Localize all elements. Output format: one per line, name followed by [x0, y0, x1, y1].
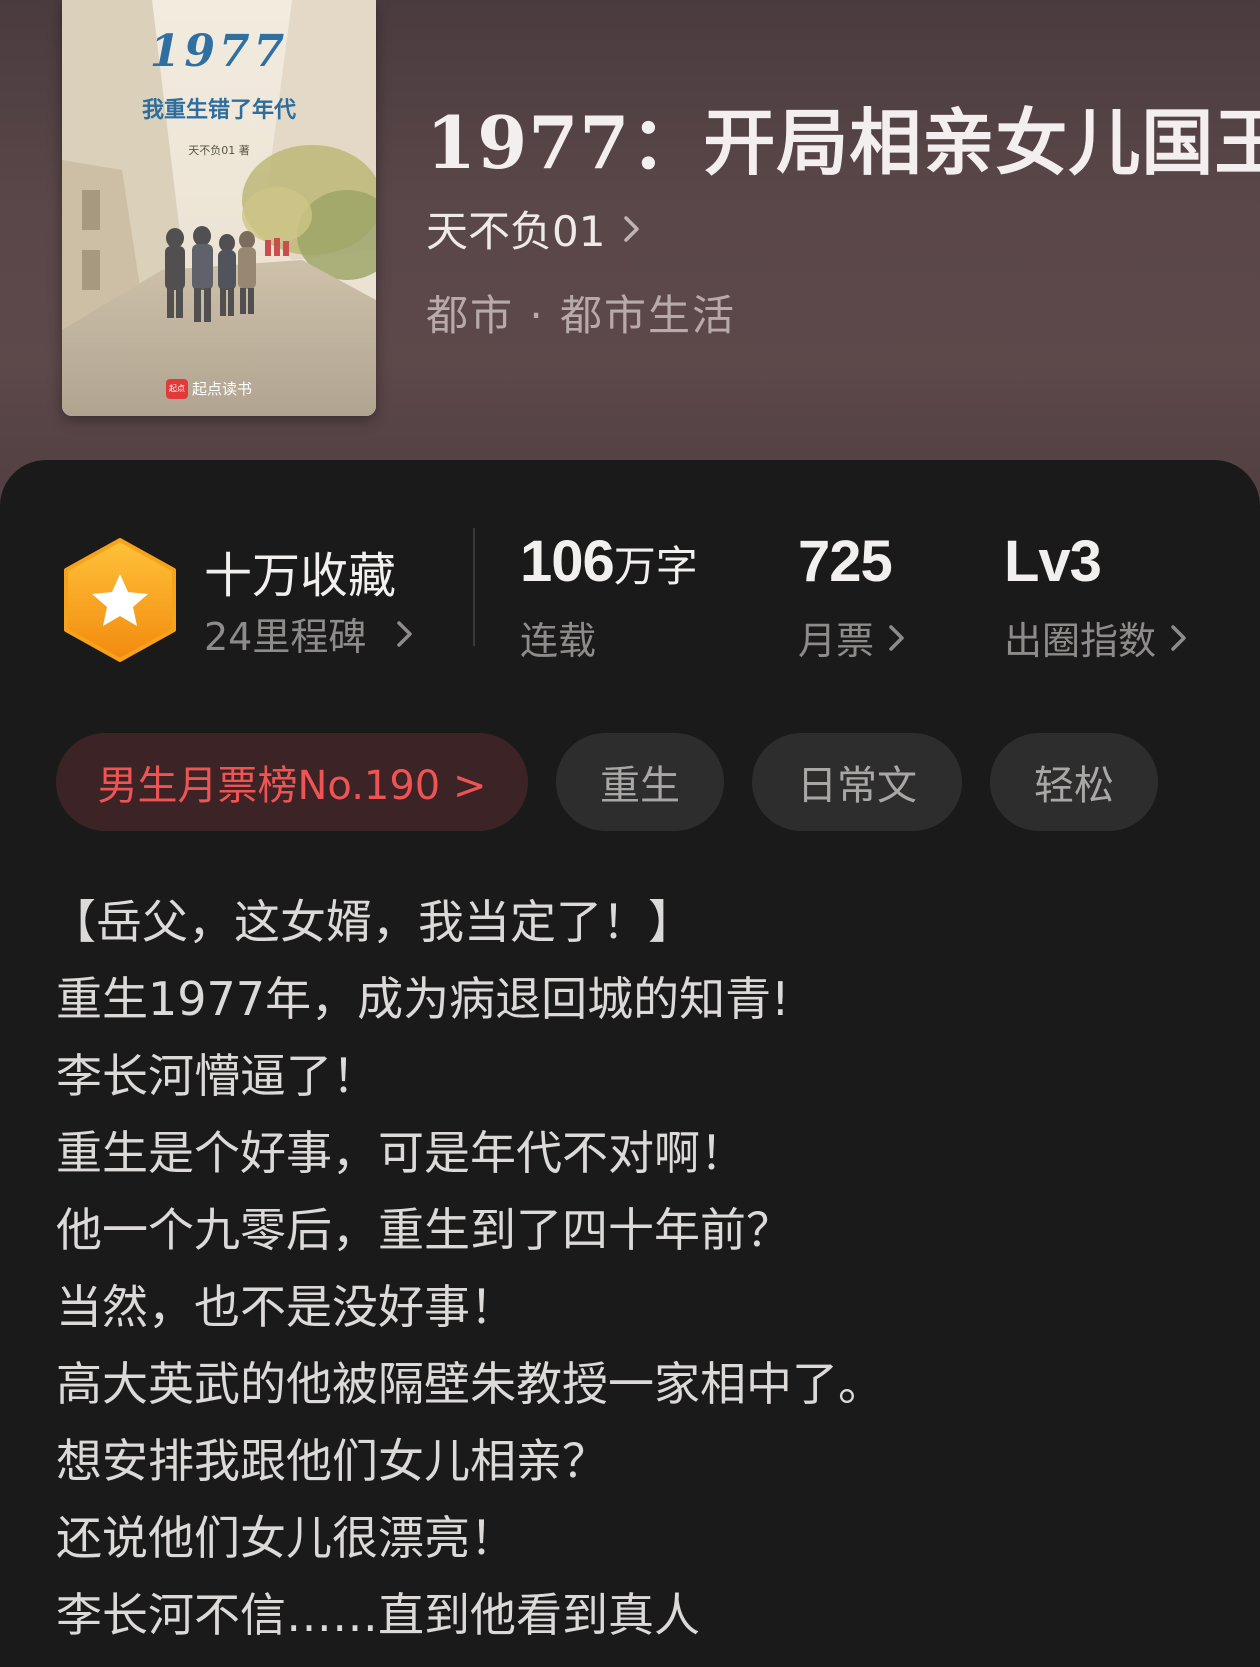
publisher-logo: 起点 [166, 378, 188, 399]
popularity-link[interactable]: 出圈指数 [1004, 610, 1188, 665]
synopsis-line: 李长河不信……直到他看到真人 [56, 1588, 700, 1642]
cover-author: 天不负01 著 [188, 144, 250, 157]
popularity-value: Lv3 [1004, 529, 1102, 594]
chevron-right-icon [1171, 624, 1186, 651]
star-badge-icon [64, 538, 176, 662]
chevron-right-icon [397, 620, 413, 647]
cover-publisher: 起点 起点读书 [166, 378, 252, 399]
synopsis-line: 李长河懵逼了！ [56, 1049, 378, 1103]
chevron-right-icon [624, 215, 640, 242]
monthly-votes-link[interactable]: 月票 [798, 610, 906, 665]
word-count: 106万字 [520, 528, 698, 595]
monthly-votes-label: 月票 [798, 619, 875, 663]
synopsis-line: 【岳父，这女婿，我当定了！】 [50, 895, 694, 949]
word-count-unit: 万字 [613, 542, 698, 591]
author-link[interactable]: 天不负01 [426, 198, 641, 259]
author-name: 天不负01 [426, 207, 606, 256]
synopsis-line: 想安排我跟他们女儿相亲？ [56, 1434, 608, 1488]
tag-chip[interactable]: 轻松 [990, 733, 1158, 831]
milestone-label: 24里程碑 [204, 615, 367, 659]
cover-subtitle: 我重生错了年代 [141, 97, 296, 123]
publisher-name: 起点读书 [192, 380, 253, 398]
tag-chip[interactable]: 日常文 [752, 733, 962, 831]
serial-status: 连载 [520, 619, 597, 663]
synopsis-line: 还说他们女儿很漂亮！ [56, 1511, 516, 1565]
word-count-value: 106 [520, 529, 615, 594]
milestone-link[interactable]: 24里程碑 [204, 606, 414, 661]
monthly-votes: 725 [798, 528, 893, 595]
synopsis[interactable]: 【岳父，这女婿，我当定了！】 重生1977年，成为病退回城的知青! 李长河懵逼了… [50, 884, 1216, 1654]
tag-chip[interactable]: 重生 [556, 733, 724, 831]
book-title: 1977：开局相亲女儿国王 [426, 100, 1260, 185]
synopsis-line: 当然，也不是没好事！ [56, 1280, 516, 1334]
popularity-label: 出圈指数 [1004, 619, 1157, 663]
book-cover[interactable]: 1977 我重生错了年代 天不负01 著 起点 起点读书 [62, 0, 376, 416]
collection-label: 十万收藏 [204, 548, 397, 604]
monthly-votes-value: 725 [798, 529, 893, 594]
synopsis-line: 重生1977年，成为病退回城的知青! [56, 972, 790, 1026]
chevron-right-icon [889, 624, 904, 651]
genre-label: 都市 · 都市生活 [426, 291, 737, 340]
stats-divider [473, 528, 475, 646]
cover-year: 1977 [149, 26, 289, 77]
synopsis-line: 重生是个好事，可是年代不对啊！ [56, 1126, 746, 1180]
synopsis-line: 他一个九零后，重生到了四十年前？ [56, 1203, 792, 1257]
rank-chip[interactable]: 男生月票榜No.190 > [56, 733, 528, 831]
popularity-index: Lv3 [1004, 528, 1102, 595]
synopsis-line: 高大英武的他被隔壁朱教授一家相中了。 [56, 1357, 884, 1411]
